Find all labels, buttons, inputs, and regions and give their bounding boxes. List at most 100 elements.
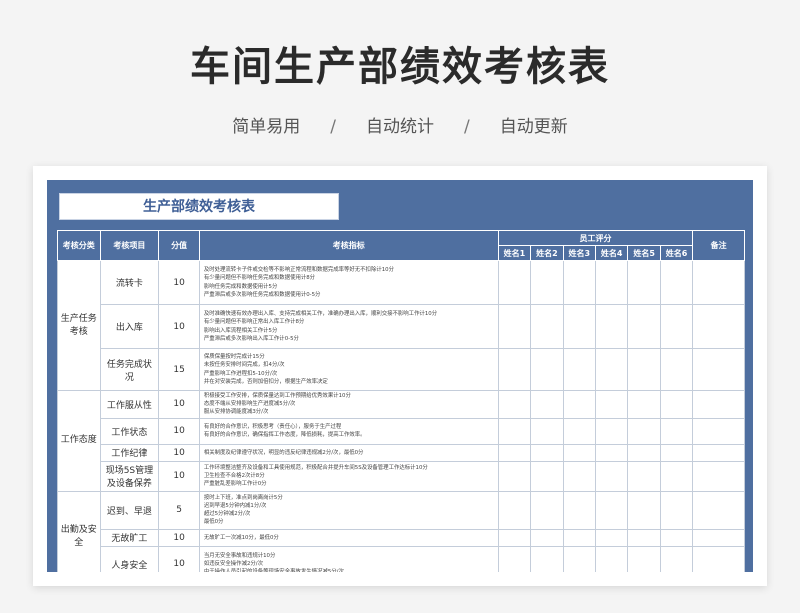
employee-score-cell[interactable] [594, 490, 629, 530]
employee-score-cell[interactable] [659, 490, 694, 530]
remark-cell[interactable] [692, 545, 745, 572]
employee-score-cell[interactable] [594, 348, 629, 391]
indicator-cell: 积极接受工作安排，保质保量达到工作预期给优秀效果计10分 态度不端从安排影响生产进… [198, 390, 499, 419]
employee-score-cell[interactable] [562, 390, 597, 419]
score-cell: 5 [158, 490, 200, 530]
score-cell: 10 [158, 390, 200, 419]
employee-score-cell[interactable] [627, 545, 661, 572]
employee-score-cell[interactable] [659, 260, 694, 305]
indicator-line: 卫生检查不合格2次计8分 [203, 473, 265, 479]
employee-score-cell[interactable] [497, 304, 532, 349]
employee-score-cell[interactable] [594, 528, 629, 547]
employee-score-cell[interactable] [562, 260, 597, 305]
indicator-line: 严重影响工作进程扣5-10分/次 [203, 370, 278, 377]
employee-score-cell[interactable] [627, 304, 661, 349]
employee-score-cell[interactable] [530, 460, 564, 492]
header-remark: 备注 [692, 230, 745, 261]
employee-score-cell[interactable] [627, 490, 661, 530]
remark-cell[interactable] [692, 260, 745, 305]
employee-score-cell[interactable] [594, 417, 629, 445]
page-title: 车间生产部绩效考核表 [190, 44, 610, 90]
employee-score-cell[interactable] [659, 545, 694, 572]
employee-score-cell[interactable] [530, 348, 564, 391]
table-row: 工作状态 10 有良好的合作意识，积极思考（责任心），服务于生产过程 有良好的合作意识… [58, 417, 745, 445]
table-row: 无故旷工 10 无故旷工一次减10分，最低0分 [58, 528, 745, 547]
employee-score-cell[interactable] [497, 490, 532, 530]
indicator-line: 严重脏乱差影响工作计0分 [203, 481, 267, 488]
remark-cell[interactable] [692, 417, 745, 445]
employee-score-cell[interactable] [497, 443, 532, 462]
remark-cell[interactable] [692, 490, 745, 530]
employee-score-cell[interactable] [562, 528, 597, 547]
employee-score-cell[interactable] [594, 260, 629, 305]
employee-score-cell[interactable] [594, 460, 629, 492]
score-cell: 10 [158, 545, 200, 572]
table-row: 工作态度 工作服从性 10 积极接受工作安排，保质保量达到工作预期给优秀效果计10分态… [57, 390, 745, 492]
employee-score-cell[interactable] [562, 460, 597, 492]
employee-score-cell[interactable] [627, 528, 661, 547]
employee-score-cell[interactable] [530, 545, 564, 572]
employee-score-cell[interactable] [497, 417, 532, 445]
employee-score-cell[interactable] [530, 304, 564, 349]
employee-score-cell[interactable] [497, 528, 532, 547]
employee-score-cell[interactable] [497, 390, 532, 419]
employee-score-cell[interactable] [594, 545, 629, 572]
remark-cell[interactable] [692, 528, 745, 547]
employee-score-cell[interactable] [530, 443, 564, 462]
employee-score-cell[interactable] [562, 443, 597, 462]
employee-score-cell[interactable] [594, 390, 629, 419]
remark-cell[interactable] [692, 443, 745, 462]
indicator-line: 及时准确快速有效办理出入库、支持完成相关工作，准确办理出入库，顺利交接不影响工作… [203, 311, 438, 318]
employee-score-cell[interactable] [497, 460, 532, 492]
header-employee-group: 员工评分 [497, 230, 694, 246]
employee-score-cell[interactable] [659, 528, 694, 547]
score-cell: 10 [158, 417, 200, 445]
header-score: 分值 [158, 230, 200, 261]
indicator-line: 影响出入库流程相关工作计5分 [203, 327, 278, 334]
employee-score-cell[interactable] [594, 304, 629, 349]
item-cell: 流转卡 [99, 260, 160, 305]
employee-score-cell[interactable] [627, 460, 661, 492]
indicator-line: 严重滞后或多次影响任务完成和数据使用计0-5分 [203, 291, 321, 298]
remark-cell[interactable] [692, 304, 745, 349]
employee-score-cell[interactable] [530, 528, 564, 547]
employee-score-cell[interactable] [659, 417, 694, 445]
employee-score-cell[interactable] [627, 260, 661, 305]
employee-score-cell[interactable] [627, 443, 661, 462]
remark-cell[interactable] [692, 348, 745, 391]
employee-score-cell[interactable] [530, 490, 564, 530]
employee-score-cell[interactable] [562, 348, 597, 391]
employee-score-cell[interactable] [497, 545, 532, 572]
employee-score-cell[interactable] [562, 417, 597, 445]
employee-score-cell[interactable] [562, 304, 597, 349]
header-employee: 姓名5 [627, 245, 661, 261]
indicator-line: 并在对安装完成，否则加倍扣分，根据生产效率决定 [203, 378, 328, 385]
employee-score-cell[interactable] [659, 390, 694, 419]
header-employee: 姓名2 [530, 245, 564, 261]
employee-score-cell[interactable] [530, 260, 564, 305]
indicator-line: 迟到早退5分钟内减1分/次 [203, 502, 267, 509]
remark-cell[interactable] [692, 390, 745, 419]
employee-score-cell[interactable] [659, 348, 694, 391]
employee-score-cell[interactable] [497, 348, 532, 391]
indicator-line: 最低0分 [203, 519, 224, 526]
item-cell: 工作状态 [99, 417, 160, 445]
header-employee: 姓名1 [497, 245, 532, 261]
employee-score-cell[interactable] [530, 417, 564, 445]
remark-cell[interactable] [692, 460, 745, 492]
employee-score-cell[interactable] [659, 304, 694, 349]
employee-score-cell[interactable] [627, 390, 661, 419]
employee-score-cell[interactable] [594, 443, 629, 462]
employee-score-cell[interactable] [497, 260, 532, 305]
employee-score-cell[interactable] [659, 443, 694, 462]
employee-score-cell[interactable] [562, 545, 597, 572]
employee-score-cell[interactable] [659, 460, 694, 492]
employee-score-cell[interactable] [627, 348, 661, 391]
employee-score-cell[interactable] [627, 417, 661, 445]
feature-tags: 简单易用 / 自动统计 / 自动更新 [0, 112, 800, 137]
tag-auto-stats: 自动统计 [366, 117, 434, 137]
employee-score-cell[interactable] [530, 390, 564, 419]
table-row: 工作纪律 10 相关制度及纪律遵守状况，明显的违反纪律违规减2分/次，最低0分 [58, 443, 745, 462]
employee-score-cell[interactable] [562, 490, 597, 530]
header-employee: 姓名3 [562, 245, 597, 261]
